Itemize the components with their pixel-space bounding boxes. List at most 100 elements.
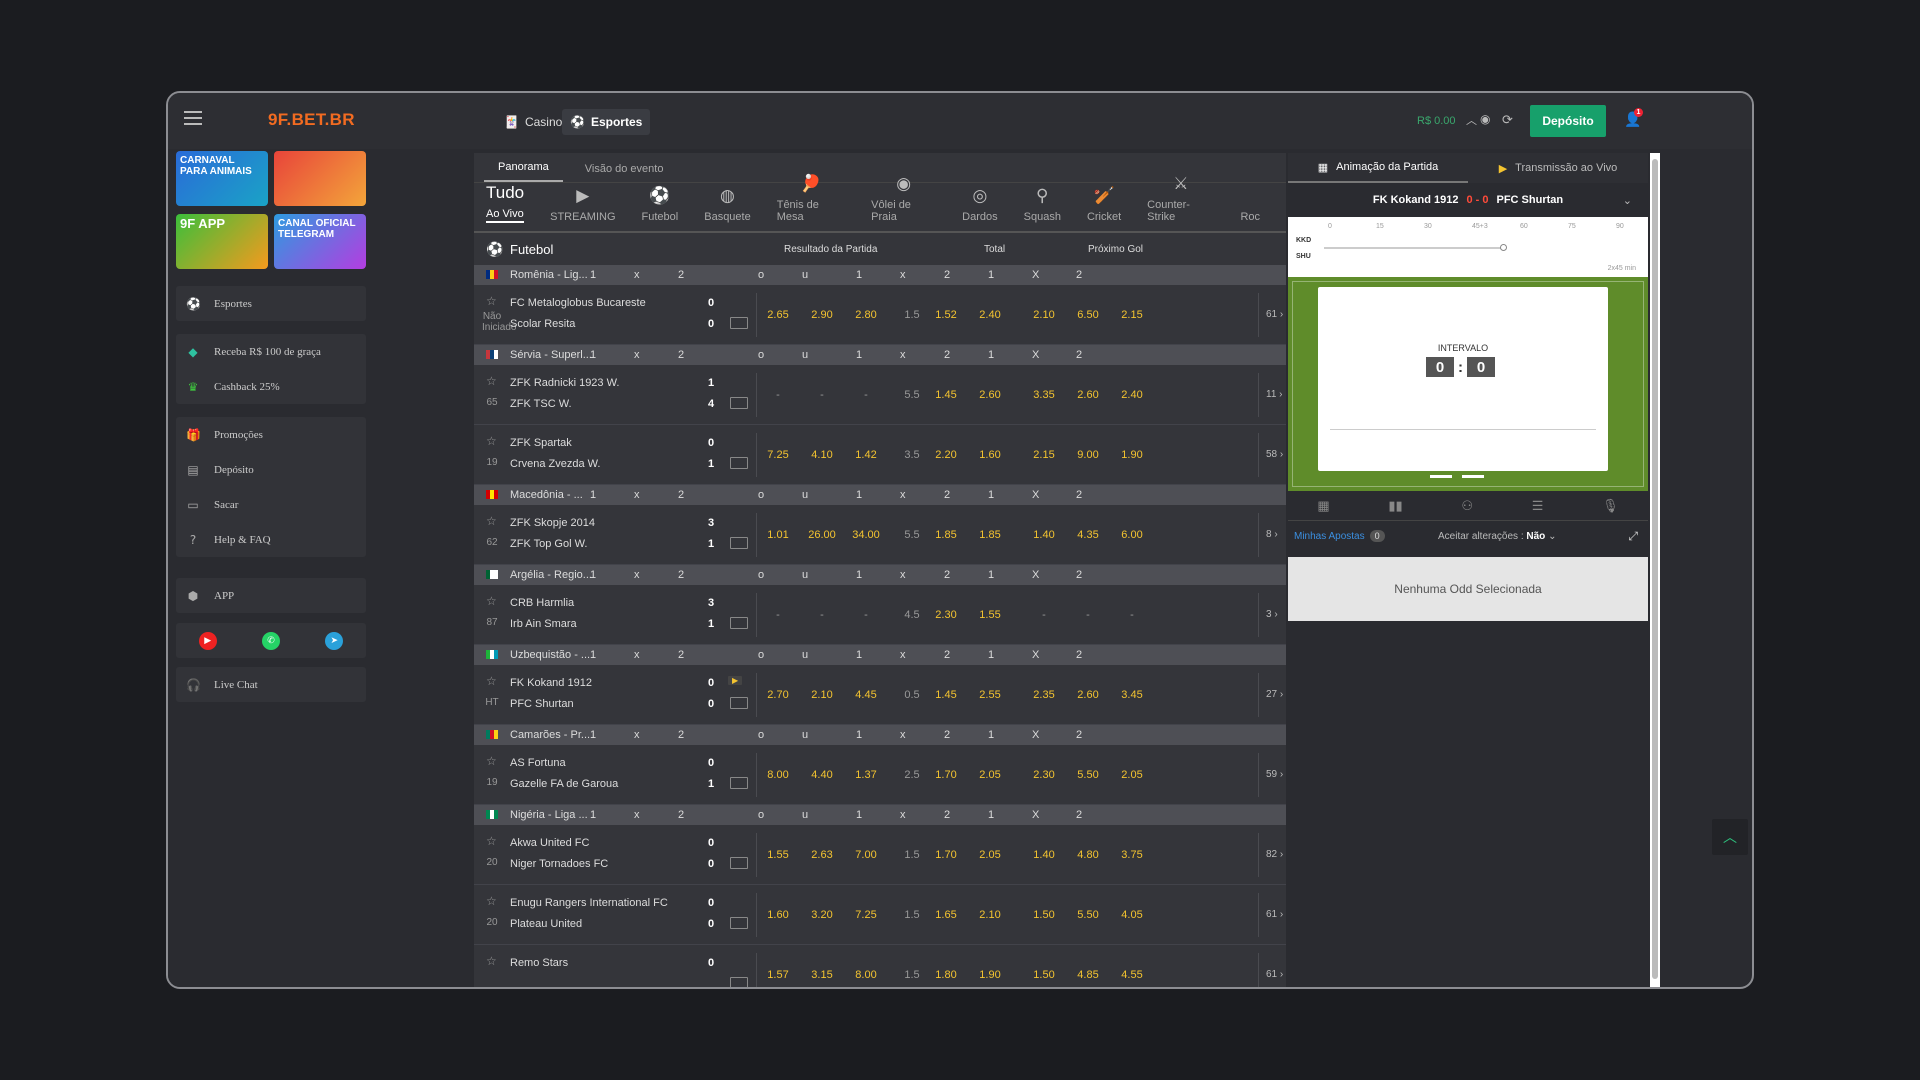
telegram-icon[interactable]: ➤	[325, 631, 344, 650]
scroll-top-button[interactable]: ︿	[1712, 819, 1748, 855]
more-markets-link[interactable]: 11 ›	[1266, 389, 1283, 400]
odds-button[interactable]: 1.90	[1110, 449, 1154, 461]
accept-changes[interactable]: Aceitar alterações : Não ⌄	[1438, 531, 1556, 542]
pitch-icon[interactable]: ▦	[1317, 498, 1329, 514]
star-icon[interactable]: ☆	[486, 894, 497, 908]
sport-tab-ao-vivo[interactable]: Tudo Ao Vivo	[486, 183, 524, 231]
odds-button[interactable]: 4.55	[1110, 969, 1154, 981]
match-row[interactable]: ☆ 87 CRB Harmlia Irb Ain Smara 3 1- - -4.5 2.30 1…	[474, 585, 1286, 645]
logo[interactable]: 9F.BET.BR	[268, 110, 355, 130]
odds-button[interactable]: 2.55	[968, 689, 1012, 701]
field-stats-icon[interactable]	[730, 457, 748, 469]
chevron-up-icon[interactable]: ︿	[1466, 112, 1477, 128]
tab-panorama[interactable]: Panorama	[484, 161, 563, 182]
odds-button[interactable]: 1.45	[924, 389, 968, 401]
star-icon[interactable]: ☆	[486, 294, 497, 308]
odds-button[interactable]: 4.85	[1066, 969, 1110, 981]
stream-icon[interactable]: ▶	[728, 676, 743, 685]
odds-button[interactable]: 2.90	[800, 309, 844, 321]
sport-tab-roc[interactable]: Roc	[1240, 186, 1260, 231]
odds-button[interactable]: 2.30	[1022, 769, 1066, 781]
whatsapp-icon[interactable]: ✆	[261, 631, 280, 650]
odds-button[interactable]: 1.57	[756, 969, 800, 981]
star-icon[interactable]: ☆	[486, 374, 497, 388]
sidebar-item-esportes[interactable]: ⚽ Esportes	[176, 286, 366, 321]
field-stats-icon[interactable]	[730, 857, 748, 869]
odds-button[interactable]: 2.60	[968, 389, 1012, 401]
odds-button[interactable]: 7.00	[844, 849, 888, 861]
odds-button[interactable]: 1.01	[756, 529, 800, 541]
odds-button[interactable]: 4.05	[1110, 909, 1154, 921]
nav-casino[interactable]: 🃏 Casino	[496, 109, 570, 135]
odds-button[interactable]: 2.05	[968, 849, 1012, 861]
odds-button[interactable]: 2.10	[1022, 309, 1066, 321]
odds-button[interactable]: 1.90	[968, 969, 1012, 981]
my-bets-link[interactable]: Minhas Apostas	[1294, 531, 1365, 542]
odds-button[interactable]: 7.25	[844, 909, 888, 921]
sidebar-item-promocoes[interactable]: 🎁 Promoções	[176, 417, 366, 452]
field-stats-icon[interactable]	[730, 697, 748, 709]
banner-carnaval[interactable]: CARNAVAL PARA ANIMAIS	[176, 151, 268, 206]
odds-button[interactable]: 1.42	[844, 449, 888, 461]
odds-button[interactable]: 2.63	[800, 849, 844, 861]
field-stats-icon[interactable]	[730, 617, 748, 629]
odds-button[interactable]: 5.50	[1066, 769, 1110, 781]
odds-button[interactable]: 1.45	[924, 689, 968, 701]
sidebar-item-app[interactable]: ⬢ APP	[176, 578, 366, 613]
odds-button[interactable]: 1.50	[1022, 969, 1066, 981]
match-row[interactable]: ☆ 19 ZFK Spartak Crvena Zvezda W. 0 1 7.25 4.10…	[474, 425, 1286, 485]
league-row[interactable]: Sérvia - Superl... 1 x 2 o u 1 x 2 1 X 2	[474, 345, 1286, 365]
odds-button[interactable]: 2.60	[1066, 389, 1110, 401]
youtube-icon[interactable]: ▶	[198, 631, 217, 650]
odds-button[interactable]: 3.75	[1110, 849, 1154, 861]
more-markets-link[interactable]: 61 ›	[1266, 909, 1283, 920]
match-row[interactable]: ☆ 20 Akwa United FC Niger Tornadoes FC 0 0 1.5…	[474, 825, 1286, 885]
odds-button[interactable]: 2.30	[924, 609, 968, 621]
odds-button[interactable]: 6.50	[1066, 309, 1110, 321]
odds-button[interactable]: 2.15	[1110, 309, 1154, 321]
odds-button[interactable]: 2.60	[1066, 689, 1110, 701]
odds-button[interactable]: 7.25	[756, 449, 800, 461]
sidebar-item-bonus[interactable]: ◆ Receba R$ 100 de graça	[176, 334, 366, 369]
more-markets-link[interactable]: 27 ›	[1266, 689, 1283, 700]
stats-icon[interactable]: ▮▮	[1388, 498, 1402, 514]
odds-button[interactable]: 1.55	[756, 849, 800, 861]
odds-button[interactable]: 2.35	[1022, 689, 1066, 701]
user-icon[interactable]: 👤 1	[1624, 108, 1643, 128]
sport-tab-counter-strike[interactable]: ⚔ Counter-Strike	[1147, 174, 1214, 231]
odds-button[interactable]: 1.40	[1022, 849, 1066, 861]
odds-button[interactable]: 1.70	[924, 849, 968, 861]
odds-button[interactable]: 1.85	[968, 529, 1012, 541]
match-row[interactable]: ☆ Remo Stars 0 1.57 3.15 8.00 1.5 1.80 1.90 1.50 4…	[474, 945, 1286, 987]
tab-visao-evento[interactable]: Visão do evento	[571, 163, 678, 182]
odds-button[interactable]: 26.00	[800, 529, 844, 541]
banner-promo[interactable]	[274, 151, 366, 206]
sidebar-item-deposito[interactable]: ▤ Depósito	[176, 452, 366, 487]
odds-button[interactable]: 2.05	[1110, 769, 1154, 781]
odds-button[interactable]: 2.05	[968, 769, 1012, 781]
more-markets-link[interactable]: 58 ›	[1266, 449, 1283, 460]
league-row[interactable]: Nigéria - Liga ... 1 x 2 o u 1 x 2 1 X 2	[474, 805, 1286, 825]
sidebar-item-help[interactable]: ? Help & FAQ	[176, 522, 366, 557]
sport-tab-v-lei-de-praia[interactable]: ◉ Vôlei de Praia	[871, 174, 936, 231]
league-row[interactable]: Argélia - Regio... 1 x 2 o u 1 x 2 1 X 2	[474, 565, 1286, 585]
odds-button[interactable]: 2.80	[844, 309, 888, 321]
sport-tab-dardos[interactable]: ◎ Dardos	[962, 186, 997, 231]
league-row[interactable]: Camarões - Pr... 1 x 2 o u 1 x 2 1 X 2	[474, 725, 1286, 745]
star-icon[interactable]: ☆	[486, 514, 497, 528]
odds-button[interactable]: 9.00	[1066, 449, 1110, 461]
odds-button[interactable]: 2.70	[756, 689, 800, 701]
field-stats-icon[interactable]	[730, 917, 748, 929]
odds-button[interactable]: 2.10	[800, 689, 844, 701]
refresh-icon[interactable]: ⟳	[1502, 112, 1513, 128]
odds-button[interactable]: 1.85	[924, 529, 968, 541]
sport-tab-futebol[interactable]: ⚽ Futebol	[642, 186, 679, 231]
odds-button[interactable]: 2.40	[968, 309, 1012, 321]
more-markets-link[interactable]: 3 ›	[1266, 609, 1278, 620]
tracked-match[interactable]: FK Kokand 1912 0 - 0 PFC Shurtan ⌄	[1288, 183, 1648, 217]
scrollbar[interactable]	[1650, 153, 1660, 987]
match-row[interactable]: ☆ 20 Enugu Rangers International FC Plateau…	[474, 885, 1286, 945]
sport-tab-squash[interactable]: ⚲ Squash	[1024, 186, 1061, 231]
odds-button[interactable]: 1.52	[924, 309, 968, 321]
odds-button[interactable]: 4.45	[844, 689, 888, 701]
